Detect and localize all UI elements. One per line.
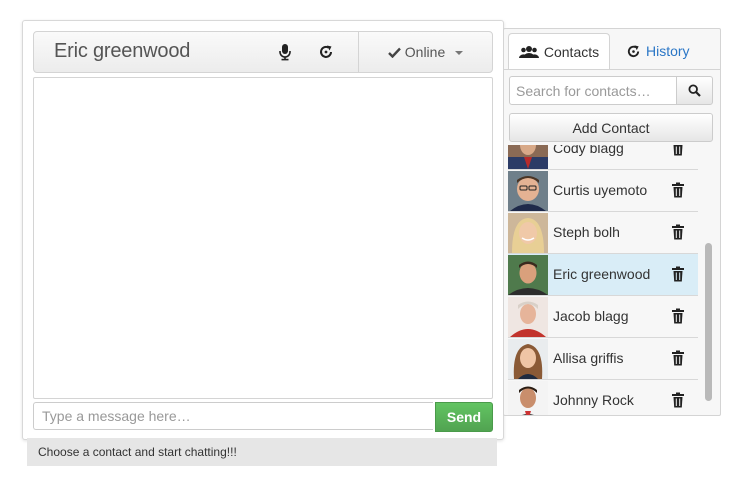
- contact-list-scrollbar[interactable]: [702, 145, 714, 415]
- message-area[interactable]: [33, 77, 493, 399]
- search-button[interactable]: [676, 76, 713, 105]
- contact-name: Steph bolh: [553, 224, 620, 240]
- trash-icon[interactable]: [671, 266, 685, 282]
- contact-name: Curtis uyemoto: [553, 182, 648, 198]
- avatar: [508, 339, 548, 379]
- contact-item-eric-greenwood[interactable]: Eric greenwood: [508, 254, 698, 296]
- chat-window: Eric greenwood Online Type a message her…: [22, 20, 504, 440]
- trash-icon[interactable]: [671, 224, 685, 240]
- contact-list: Cody blagg Curtis uyemoto Steph bolh Eri…: [508, 145, 698, 415]
- contact-name: Allisa griffis: [553, 350, 624, 366]
- status-label: Online: [404, 44, 446, 60]
- trash-icon[interactable]: [671, 308, 685, 324]
- contact-name: Jacob blagg: [553, 308, 629, 324]
- contact-item-curtis-uyemoto[interactable]: Curtis uyemoto: [508, 170, 698, 212]
- status-bar-text: Choose a contact and start chatting!!!: [38, 445, 237, 459]
- message-input[interactable]: [33, 402, 433, 430]
- history-icon: [627, 44, 640, 57]
- microphone-icon: [279, 44, 291, 61]
- users-icon: [518, 46, 539, 58]
- check-icon: [387, 47, 401, 58]
- contact-item-steph-bolh[interactable]: Steph bolh: [508, 212, 698, 254]
- send-button[interactable]: Send: [435, 402, 493, 432]
- contacts-tabs: Contacts History: [504, 29, 720, 70]
- avatar: [508, 145, 548, 169]
- contact-item-jacob-blagg[interactable]: Jacob blagg: [508, 296, 698, 338]
- trash-icon[interactable]: [671, 182, 685, 198]
- tab-contacts[interactable]: Contacts: [508, 33, 610, 70]
- avatar: [508, 381, 548, 415]
- status-dropdown[interactable]: Online: [359, 32, 492, 72]
- contact-name: Eric greenwood: [553, 266, 651, 282]
- avatar: [508, 213, 548, 253]
- trash-icon[interactable]: [671, 392, 685, 408]
- contact-item-johnny-rock[interactable]: Johnny Rock: [508, 380, 698, 415]
- contact-search-input[interactable]: [509, 76, 677, 105]
- search-icon: [688, 84, 701, 97]
- avatar: [508, 255, 548, 295]
- status-bar: Choose a contact and start chatting!!!: [27, 438, 497, 466]
- chat-header: Eric greenwood Online: [33, 31, 493, 73]
- contact-item-allisa-griffis[interactable]: Allisa griffis: [508, 338, 698, 380]
- tab-history-label: History: [646, 43, 690, 59]
- contacts-panel: Contacts History Add Contact: [503, 28, 721, 416]
- contact-name: Johnny Rock: [553, 392, 634, 408]
- avatar: [508, 171, 548, 211]
- add-contact-button[interactable]: Add Contact: [509, 113, 713, 142]
- tab-contacts-label: Contacts: [543, 44, 600, 60]
- refresh-icon: [320, 45, 332, 58]
- tab-history[interactable]: History: [626, 33, 690, 69]
- tabs-divider: [504, 69, 720, 70]
- refresh-button[interactable]: [307, 32, 345, 72]
- trash-icon[interactable]: [671, 145, 685, 156]
- contact-name: Cody blagg: [553, 145, 624, 156]
- scrollbar-thumb[interactable]: [705, 243, 712, 401]
- contact-item-cody-blagg[interactable]: Cody blagg: [508, 145, 698, 170]
- trash-icon[interactable]: [671, 350, 685, 366]
- avatar: [508, 297, 548, 337]
- chat-title: Eric greenwood: [54, 40, 191, 62]
- caret-down-icon: [455, 51, 464, 55]
- microphone-button[interactable]: [266, 32, 304, 72]
